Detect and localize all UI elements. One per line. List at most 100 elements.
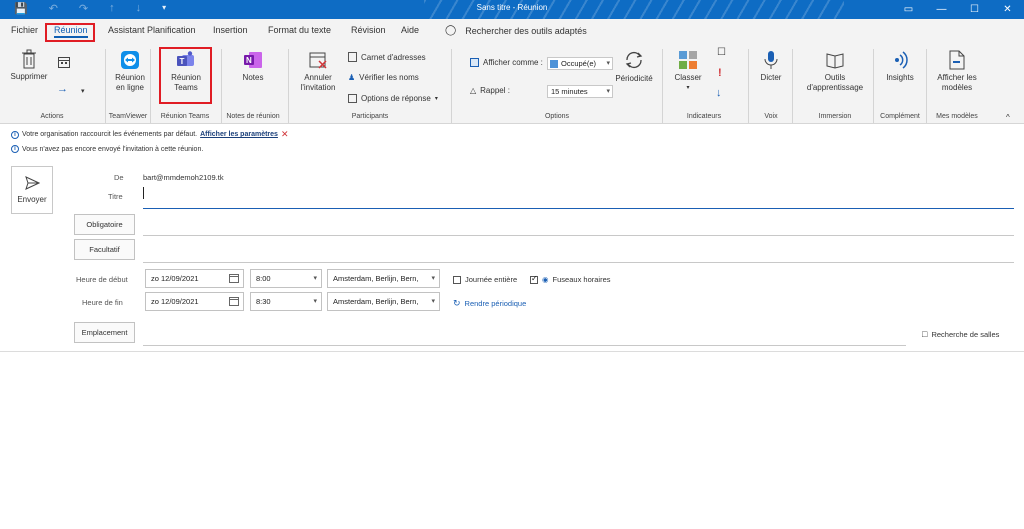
address-book-button[interactable]: Carnet d'adresses xyxy=(348,52,426,62)
ribbon: Supprimer → ▾ Actions Réunion en ligne T… xyxy=(0,43,1024,124)
tab-review[interactable]: Révision xyxy=(351,25,386,35)
customize-icon[interactable]: ▾ xyxy=(162,3,166,15)
group-label-teamviewer: TeamViewer xyxy=(108,113,148,120)
time-zones-check[interactable] xyxy=(530,274,538,284)
calendar-small-icon[interactable] xyxy=(58,57,70,71)
all-day-checkbox[interactable]: Journée entière xyxy=(453,275,517,284)
high-importance-icon[interactable]: ! xyxy=(718,68,722,79)
from-value[interactable]: bart@mmdemoh2109.tk xyxy=(143,173,224,182)
optional-button[interactable]: Facultatif xyxy=(74,239,135,260)
categorize-button[interactable]: Classer ▾ xyxy=(671,50,705,93)
teamviewer-icon xyxy=(121,51,139,69)
end-timezone-value: Amsterdam, Berlijn, Bern, xyxy=(333,297,419,306)
dictate-button[interactable]: Dicter xyxy=(756,50,786,83)
time-zones-checkbox[interactable]: ◉ Fuseaux horaires xyxy=(530,274,611,284)
start-timezone-select[interactable]: Amsterdam, Berlijn, Bern, ▾ xyxy=(327,269,440,288)
all-day-check[interactable] xyxy=(453,275,461,284)
show-settings-link[interactable]: Afficher les paramètres xyxy=(200,131,278,138)
calendar-icon[interactable] xyxy=(229,297,239,306)
cancel-invitation-icon xyxy=(309,52,327,69)
info-line1-text: Votre organisation raccourcit les événem… xyxy=(22,131,198,138)
reminder-select[interactable]: 15 minutes xyxy=(547,85,613,98)
collapse-ribbon-icon[interactable]: ^ xyxy=(1006,113,1010,123)
redo-icon[interactable]: ↷ xyxy=(79,2,88,15)
show-as-label: Afficher comme : xyxy=(470,58,543,67)
lightbulb-icon: ◯ xyxy=(445,25,457,36)
group-label-teams: Réunion Teams xyxy=(160,113,210,120)
forward-dropdown-icon[interactable]: ▾ xyxy=(81,87,85,97)
calendar-icon[interactable] xyxy=(229,274,239,283)
address-book-label: Carnet d'adresses xyxy=(361,52,426,62)
time-zones-label: Fuseaux horaires xyxy=(552,275,611,284)
tab-scheduling-assistant[interactable]: Assistant Planification xyxy=(108,25,196,35)
show-as-select[interactable]: Occupé(e) xyxy=(547,57,613,70)
location-input[interactable] xyxy=(143,345,906,346)
end-date-value: zo 12/09/2021 xyxy=(151,297,199,306)
close-icon[interactable]: ✕ xyxy=(991,0,1024,19)
tab-file[interactable]: Fichier xyxy=(11,25,38,35)
chevron-down-icon: ▾ xyxy=(431,298,435,305)
start-date-input[interactable]: zo 12/09/2021 xyxy=(145,269,244,288)
send-button[interactable]: Envoyer xyxy=(11,166,53,214)
up-icon[interactable]: ↑ xyxy=(109,2,115,15)
required-attendees-input[interactable] xyxy=(143,235,1014,236)
chevron-down-icon: ▾ xyxy=(686,85,690,91)
delete-button[interactable]: Supprimer xyxy=(8,49,50,82)
categorize-icon xyxy=(679,51,697,69)
recurrence-label: Périodicité xyxy=(615,74,653,83)
private-lock-icon[interactable]: ☐ xyxy=(717,48,726,58)
teamviewer-online-meeting-button[interactable]: Réunion en ligne xyxy=(110,50,150,93)
location-button[interactable]: Emplacement xyxy=(74,322,135,343)
globe-icon: ◉ xyxy=(542,275,549,284)
recurrence-button[interactable]: Périodicité xyxy=(614,49,654,84)
response-options-button[interactable]: Options de réponse ▾ xyxy=(348,94,438,103)
start-time-select[interactable]: 8:00 ▾ xyxy=(250,269,322,288)
make-recurring-link[interactable]: ↻ Rendre périodique xyxy=(453,298,526,309)
highlight-teams-button xyxy=(159,47,212,104)
check-names-icon: ♟ xyxy=(348,73,356,82)
group-label-notes: Notes de réunion xyxy=(226,113,280,120)
save-icon[interactable]: 💾 xyxy=(14,2,28,15)
end-date-input[interactable]: zo 12/09/2021 xyxy=(145,292,244,311)
start-time-label: Heure de début xyxy=(76,275,128,284)
busy-color-icon xyxy=(550,60,558,68)
chevron-down-icon: ▾ xyxy=(313,275,317,282)
cancel-invitation-button[interactable]: Annuler l'invitation xyxy=(296,50,340,93)
end-time-select[interactable]: 8:30 ▾ xyxy=(250,292,322,311)
learning-tools-button[interactable]: Outils d'apprentissage xyxy=(804,50,866,93)
check-names-button[interactable]: ♟ Vérifier les noms xyxy=(348,73,419,82)
undo-icon[interactable]: ↶ xyxy=(49,2,58,15)
tab-format-text[interactable]: Format du texte xyxy=(268,25,331,35)
end-timezone-select[interactable]: Amsterdam, Berlijn, Bern, ▾ xyxy=(327,292,440,311)
message-body[interactable] xyxy=(0,352,1024,529)
view-templates-button[interactable]: Afficher les modèles xyxy=(933,50,981,93)
response-options-label: Options de réponse xyxy=(361,94,431,103)
group-label-options: Options xyxy=(544,113,570,120)
onenote-icon: N xyxy=(244,52,262,68)
separator xyxy=(451,49,452,123)
ribbon-tabs: Fichier Réunion Assistant Planification … xyxy=(0,19,1024,43)
down-icon[interactable]: ↓ xyxy=(136,2,142,15)
optional-attendees-input[interactable] xyxy=(143,262,1014,263)
recurrence-icon xyxy=(625,52,643,68)
window-controls: ▭ — ☐ ✕ xyxy=(892,0,1024,19)
forward-icon[interactable]: → xyxy=(57,84,68,95)
required-button[interactable]: Obligatoire xyxy=(74,214,135,235)
room-finder-button[interactable]: □ Recherche de salles xyxy=(922,329,999,339)
tab-insert[interactable]: Insertion xyxy=(213,25,248,35)
maximize-icon[interactable]: ☐ xyxy=(958,0,991,19)
separator xyxy=(221,49,222,123)
separator xyxy=(105,49,106,123)
separator xyxy=(748,49,749,123)
ribbon-display-icon[interactable]: ▭ xyxy=(892,0,925,19)
start-date-value: zo 12/09/2021 xyxy=(151,274,199,283)
meeting-notes-button[interactable]: N Notes xyxy=(236,50,270,83)
reminder-text: Rappel : xyxy=(480,86,510,95)
insights-button[interactable]: Insights xyxy=(880,50,920,83)
low-importance-icon[interactable]: ↓ xyxy=(716,88,722,99)
minimize-icon[interactable]: — xyxy=(925,0,958,19)
dismiss-icon[interactable]: ✕ xyxy=(281,129,289,140)
tell-me-box[interactable]: ◯ Rechercher des outils adaptés xyxy=(445,25,587,36)
title-input[interactable] xyxy=(143,208,1014,209)
tab-help[interactable]: Aide xyxy=(401,25,419,35)
